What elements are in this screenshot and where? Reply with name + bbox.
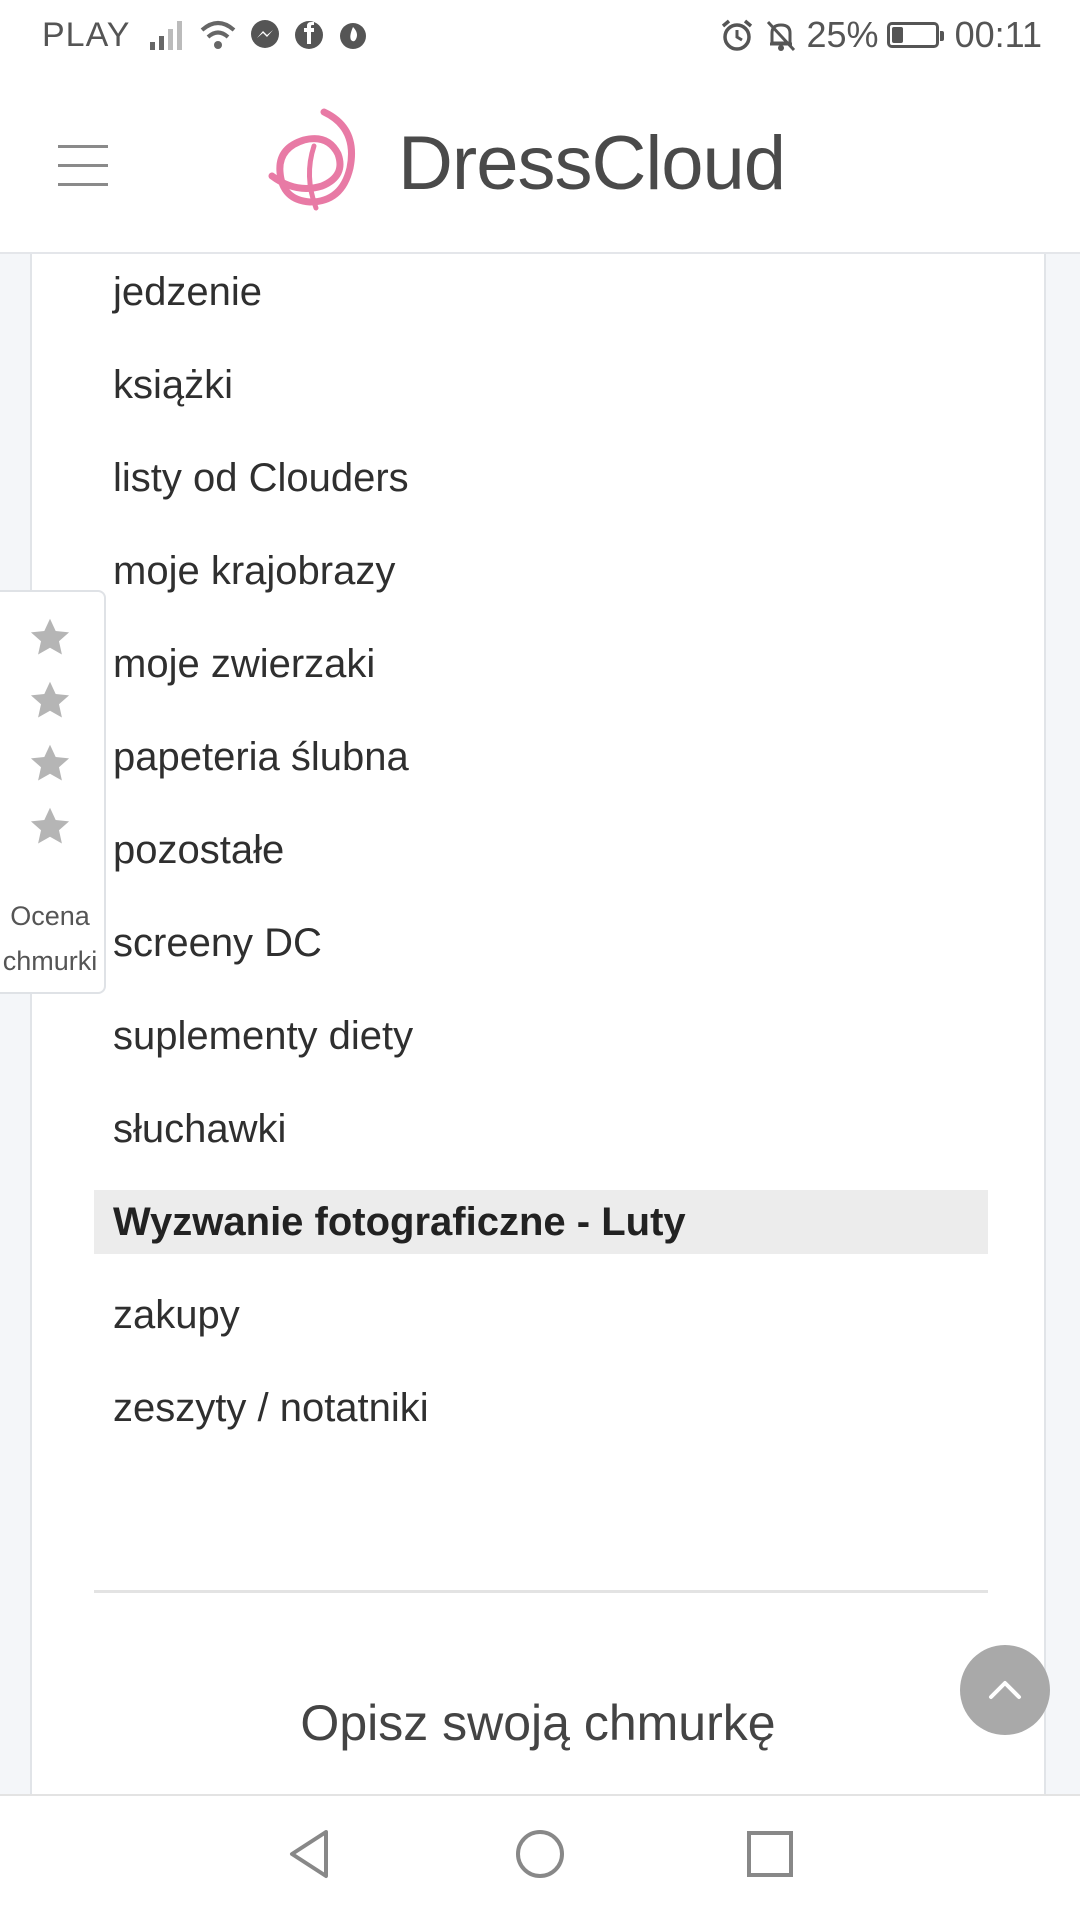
category-item-active[interactable]: Wyzwanie fotograficzne - Luty xyxy=(94,1190,988,1254)
rating-label-line1: Ocena xyxy=(10,901,90,931)
logo-text[interactable]: DressCloud xyxy=(398,120,786,207)
battery-percent: 25% xyxy=(806,14,879,55)
facebook-icon xyxy=(295,21,323,49)
category-item[interactable]: screeny DC xyxy=(94,911,988,975)
system-nav-bar xyxy=(0,1794,1080,1920)
home-circle-icon[interactable] xyxy=(514,1826,566,1882)
wifi-icon xyxy=(200,21,236,49)
category-item[interactable]: jedzenie xyxy=(94,260,988,324)
category-item[interactable]: pozostałe xyxy=(94,818,988,882)
clock: 00:11 xyxy=(954,14,1042,55)
star-icon[interactable] xyxy=(28,805,72,849)
category-item[interactable]: słuchawki xyxy=(94,1097,988,1161)
rating-label-line2: chmurki xyxy=(2,946,98,976)
category-item[interactable]: zakupy xyxy=(94,1283,988,1347)
dresscloud-logo-icon[interactable] xyxy=(266,106,364,216)
category-item[interactable]: moje zwierzaki xyxy=(94,632,988,696)
rating-panel: Ocena chmurki xyxy=(0,590,106,994)
content-card: jedzenie książki listy od Clouders moje kra… xyxy=(30,254,1046,1794)
chevron-up-icon xyxy=(989,1681,1021,1699)
flame-icon xyxy=(340,23,366,49)
hamburger-menu-icon[interactable] xyxy=(58,145,108,187)
category-list: jedzenie książki listy od Clouders moje kra… xyxy=(94,260,988,1469)
rating-stars xyxy=(28,616,72,868)
status-bar: PLAY 25% 00:11 xyxy=(0,0,1080,76)
alarm-icon xyxy=(721,19,752,51)
divider xyxy=(94,1590,988,1593)
battery-icon xyxy=(886,22,944,48)
category-item[interactable]: papeteria ślubna xyxy=(94,725,988,789)
category-item[interactable]: listy od Clouders xyxy=(94,446,988,510)
category-item[interactable]: zeszyty / notatniki xyxy=(94,1376,988,1440)
carrier-label: PLAY xyxy=(42,16,131,54)
site-header: DressCloud xyxy=(0,76,1080,254)
category-item[interactable]: suplementy diety xyxy=(94,1004,988,1068)
category-item[interactable]: książki xyxy=(94,353,988,417)
notification-icons xyxy=(148,18,370,52)
rating-label: Ocena chmurki xyxy=(0,894,100,984)
messenger-icon xyxy=(251,20,279,48)
back-triangle-icon[interactable] xyxy=(284,1826,334,1882)
bell-off-icon xyxy=(766,20,795,52)
star-icon[interactable] xyxy=(28,742,72,786)
status-right: 25% 00:11 xyxy=(719,14,1042,56)
scroll-to-top-button[interactable] xyxy=(960,1645,1050,1735)
star-icon[interactable] xyxy=(28,616,72,660)
star-icon[interactable] xyxy=(28,679,72,723)
signal-icon xyxy=(150,21,182,50)
section-title: Opisz swoją chmurkę xyxy=(300,1695,776,1751)
recents-square-icon[interactable] xyxy=(744,1826,796,1882)
category-item[interactable]: moje krajobrazy xyxy=(94,539,988,603)
